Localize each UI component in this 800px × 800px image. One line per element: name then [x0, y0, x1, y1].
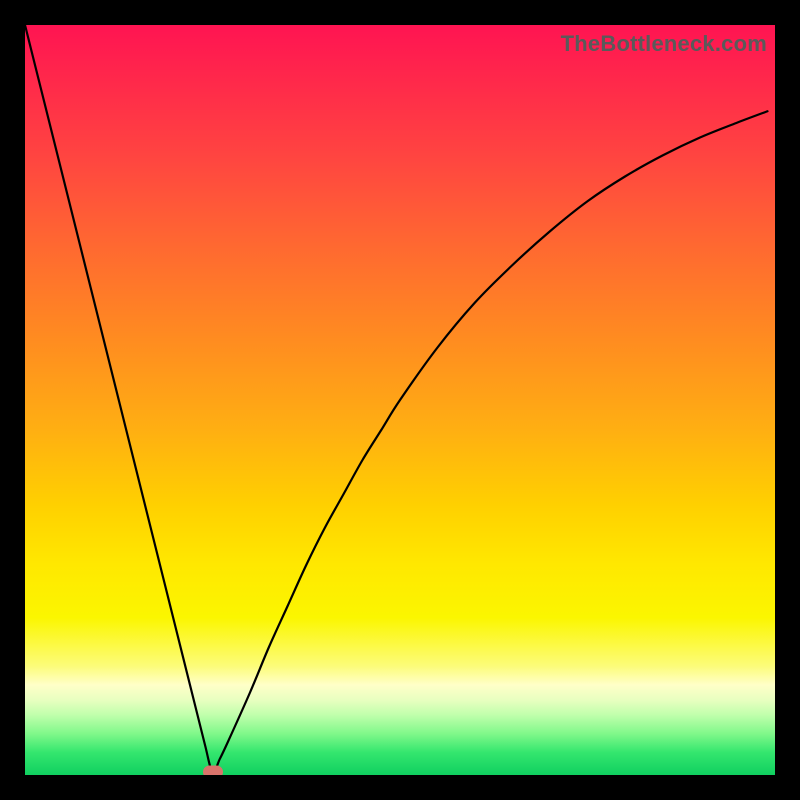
plot-area: TheBottleneck.com [25, 25, 775, 775]
bottleneck-curve [25, 25, 768, 772]
curve-svg [25, 25, 775, 775]
chart-frame: TheBottleneck.com [0, 0, 800, 800]
optimum-marker [203, 766, 223, 776]
